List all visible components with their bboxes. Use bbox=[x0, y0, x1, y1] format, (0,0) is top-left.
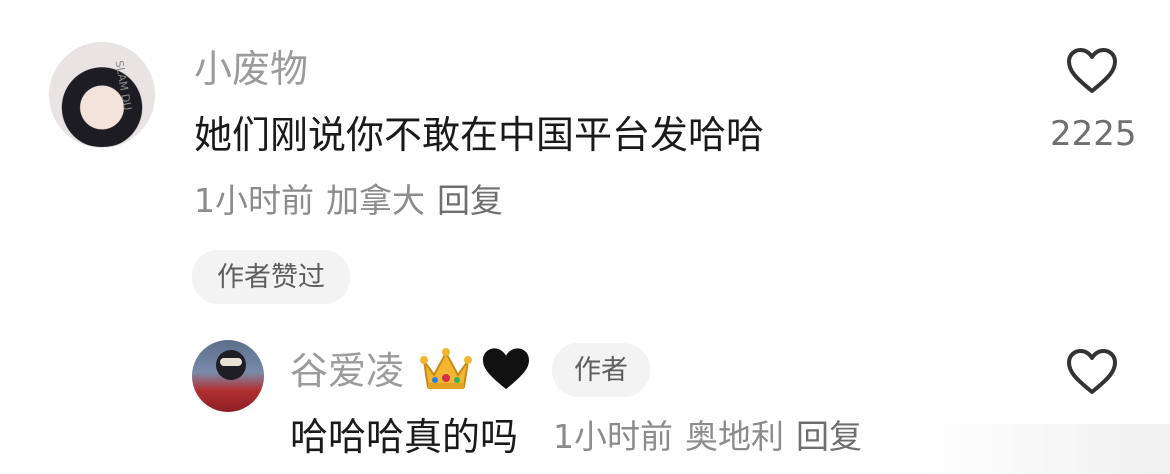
avatar-glasses bbox=[220, 358, 242, 366]
reply-username[interactable]: 谷爱凌 bbox=[290, 352, 404, 390]
comment-text[interactable]: 她们刚说你不敢在中国平台发哈哈 bbox=[194, 116, 764, 154]
comment-username[interactable]: 小废物 bbox=[194, 50, 308, 88]
author-tag: 作者 bbox=[552, 343, 650, 397]
avatar-badge-text: SLAM DU bbox=[112, 59, 134, 112]
reply-avatar[interactable] bbox=[192, 340, 264, 412]
comment-like-count: 2225 bbox=[1050, 114, 1137, 154]
black-heart-icon bbox=[481, 346, 531, 399]
comment-time: 1小时前 bbox=[194, 181, 314, 220]
reply-like-button[interactable] bbox=[1066, 348, 1118, 396]
reply-text[interactable]: 哈哈哈真的吗 bbox=[290, 418, 518, 456]
heart-outline-icon bbox=[1067, 48, 1117, 93]
reply-reply-button[interactable]: 回复 bbox=[796, 417, 862, 456]
reply-meta: 1小时前 奥地利 回复 bbox=[553, 420, 874, 453]
comment-like-button[interactable] bbox=[1066, 47, 1118, 95]
liked-by-author-badge: 作者赞过 bbox=[192, 250, 350, 304]
crown-icon bbox=[420, 347, 472, 400]
comment-meta: 1小时前 加拿大 回复 bbox=[194, 184, 515, 217]
avatar[interactable]: SLAM DU bbox=[49, 42, 155, 148]
reply-time: 1小时前 bbox=[553, 417, 673, 456]
watermark-overlay bbox=[920, 424, 1170, 474]
comment-reply-button[interactable]: 回复 bbox=[437, 181, 503, 220]
comment-location: 加拿大 bbox=[326, 181, 425, 220]
reply-location: 奥地利 bbox=[685, 417, 784, 456]
heart-outline-icon bbox=[1067, 349, 1117, 394]
